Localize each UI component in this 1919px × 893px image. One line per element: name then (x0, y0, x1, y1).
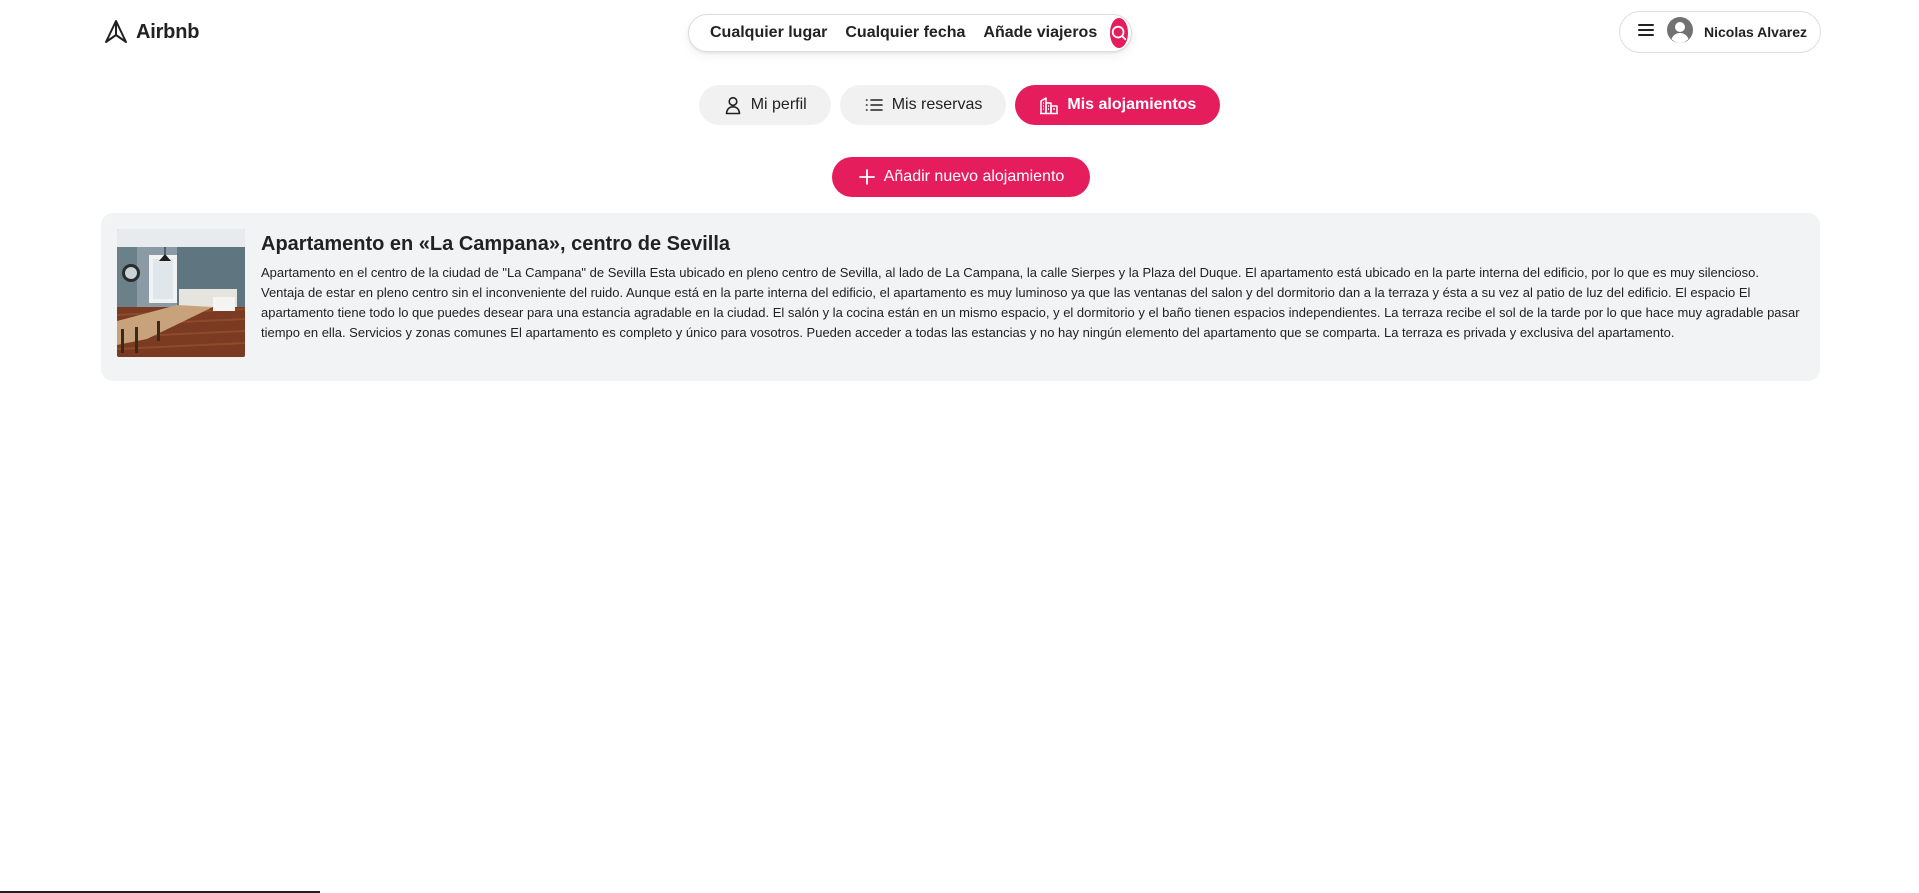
list-icon (865, 99, 883, 111)
user-avatar-icon (1666, 16, 1694, 49)
listing-description: Apartamento en el centro de la ciudad de… (261, 265, 1800, 340)
tab-mi-perfil[interactable]: Mi perfil (698, 85, 831, 125)
person-icon (725, 96, 740, 115)
airbnb-logo[interactable]: Airbnb (102, 18, 199, 46)
logo-text: Airbnb (136, 20, 200, 43)
tab-mis-alojamientos[interactable]: Mis alojamientos (1015, 85, 1221, 125)
add-listing-label: Añadir nuevo alojamiento (883, 168, 1065, 185)
listing-photo (117, 229, 245, 357)
building-icon (1040, 97, 1059, 115)
plus-icon (858, 169, 875, 185)
search-icon (1112, 25, 1127, 41)
search-place[interactable]: Cualquier lugar (701, 24, 836, 42)
hamburger-menu-icon (1636, 20, 1656, 45)
tab-label: Mis alojamientos (1067, 96, 1197, 113)
tab-label: Mi perfil (750, 96, 807, 113)
search-bar[interactable]: Cualquier lugar Cualquier fecha Añade vi… (688, 14, 1132, 52)
search-date[interactable]: Cualquier fecha (836, 24, 974, 42)
add-listing-button[interactable]: Añadir nuevo alojamiento (832, 157, 1090, 197)
listing-title[interactable]: Apartamento en «La Campana», centro de S… (261, 231, 1804, 257)
airbnb-logo-icon (105, 20, 127, 43)
search-button[interactable] (1110, 18, 1129, 48)
profile-tabs: Mi perfil Mis reservas Mis alojamientos (0, 85, 1919, 125)
tab-label: Mis reservas (891, 96, 983, 113)
listing-info: Apartamento en «La Campana», centro de S… (261, 229, 1804, 365)
search-guests[interactable]: Añade viajeros (974, 24, 1106, 42)
listing-card[interactable]: Apartamento en «La Campana», centro de S… (101, 213, 1820, 381)
tab-mis-reservas[interactable]: Mis reservas (839, 85, 1007, 125)
user-name: Nicolas Alvarez (1704, 24, 1807, 40)
user-menu-button[interactable]: Nicolas Alvarez (1619, 11, 1821, 53)
